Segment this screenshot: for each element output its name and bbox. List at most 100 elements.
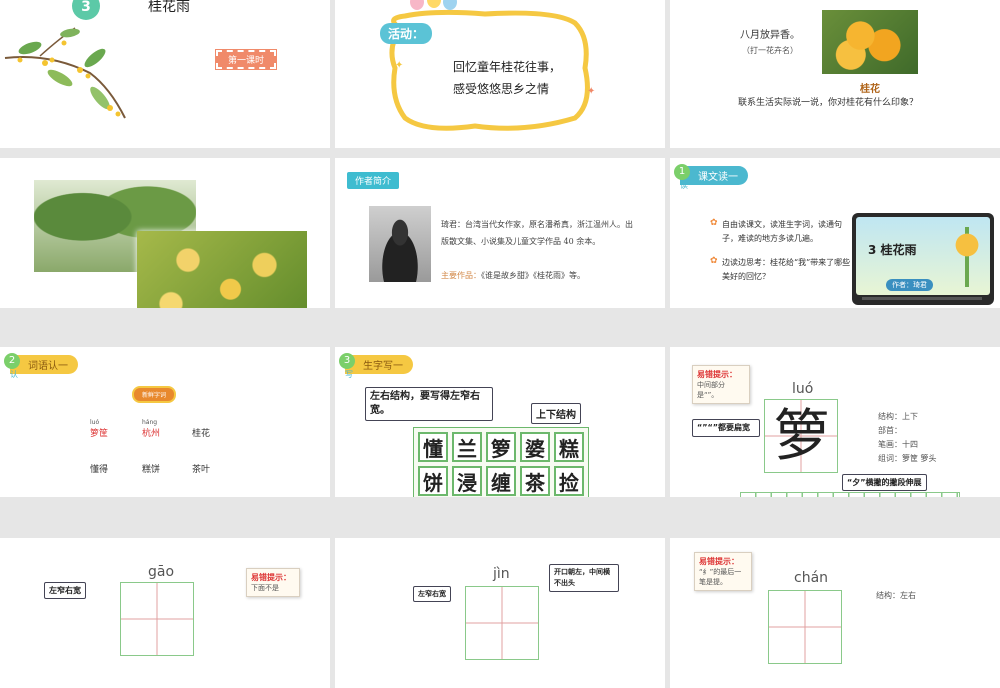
error-tip-card: 易错提示： “纟”的最后一笔是提。 (694, 552, 752, 591)
char-tian-grid: 箩 (764, 399, 838, 473)
lesson-title: 桂花雨 (148, 0, 190, 15)
char-pinyin: luó (792, 381, 814, 397)
riddle-hint: （打一花卉名） (742, 46, 798, 55)
word-pinyin: háng (142, 419, 158, 426)
tip-title: 易错提示： (697, 370, 737, 379)
structure-callout-left: 左右结构，要写得左窄右宽。 (365, 387, 493, 421)
slide-7-words[interactable]: 词语认一 2 认 新鲜字词 luó 箩筐 háng 杭州 桂花 懂得 糕饼 茶叶 (0, 347, 330, 497)
section-char: 写 (345, 370, 353, 379)
char-tian-grid (768, 590, 842, 664)
char-box[interactable]: 懂 (418, 432, 448, 462)
char-box[interactable]: 饼 (418, 466, 448, 496)
section-title: 课文读一 (680, 166, 748, 185)
activity-line-2: 感受悠悠思乡之情 (453, 82, 550, 96)
section-number: 1 (674, 164, 690, 180)
slide-11-char-jin[interactable]: 左窄右宽 jìn 开口朝左，中间横不出头 (335, 538, 665, 688)
slide-4-photos[interactable] (0, 158, 330, 308)
works-label: 主要作品： (441, 271, 481, 280)
callout-top: “”“”都要扁宽 (692, 419, 760, 437)
riddle-text: 八月放异香。 (740, 30, 800, 41)
slide-10-char-gao[interactable]: 左窄右宽 gāo 易错提示： 下面不是 (0, 538, 330, 688)
structure-info: 结构：上下 (878, 412, 918, 421)
lesson-number-badge: 3 (72, 0, 100, 20)
task-1: 自由读课文，读准生字词，读通句子，难读的地方多读几遍。 (722, 220, 842, 243)
structure-callout: 左窄右宽 (44, 582, 86, 599)
char-pinyin: gāo (148, 564, 175, 580)
osmanthus-photo (822, 10, 918, 74)
stroke-note-callout: 开口朝左，中间横不出头 (549, 564, 619, 592)
words-info: 组词：箩筐 箩头 (878, 454, 937, 463)
radical-info: 部首： (878, 426, 902, 435)
balloon-icon (427, 0, 441, 8)
word-text: 茶叶 (192, 465, 211, 475)
char-box[interactable]: 箩 (486, 432, 516, 462)
word-item: luó 箩筐 (90, 419, 108, 439)
word-item: 桂花 (192, 419, 210, 439)
word-item: 懂得 (90, 462, 108, 475)
slide-3-riddle[interactable]: 八月放异香。 （打一花卉名） 桂花 联系生活实际说一说，你对桂花有什么印象？ (670, 0, 1000, 148)
sparkle-icon: ✦ (587, 86, 596, 97)
slide-2-activity[interactable]: 活动： 回忆童年桂花往事， 感受悠悠思乡之情 ✦ ✦ (335, 0, 665, 148)
video-title: 3 桂花雨 (868, 243, 917, 257)
task-2: 边读边思考：桂花给“我”带来了哪些美好的回忆？ (722, 258, 851, 281)
osmanthus-branch-illustration (4, 27, 126, 119)
char-pinyin: chán (794, 570, 829, 586)
section-char: 读 (680, 181, 688, 190)
prompt-text: 联系生活实际说一说，你对桂花有什么印象？ (738, 98, 919, 108)
char-box[interactable]: 捡 (554, 466, 584, 496)
slide-9-char-luo[interactable]: 易错提示： 中间部分是“”。 luó 箩 “”“”都要扁宽 “夕”横撇的撇段伸展… (670, 347, 1000, 497)
word-text: 桂花 (192, 429, 211, 439)
word-pinyin (192, 419, 210, 426)
word-item: háng 杭州 (142, 419, 160, 439)
tip-title: 易错提示： (699, 557, 739, 566)
author-bio: 琦君：台湾当代女作家，原名潘希真，浙江温州人。出版散文集、小说集及儿童文学作品 … (441, 220, 633, 246)
period-tag: 第一课时 (214, 49, 278, 70)
section-title: 生字写一 (345, 355, 413, 374)
answer-label: 桂花 (860, 84, 880, 95)
char-tian-grid (120, 582, 194, 656)
word-text: 杭州 (142, 429, 161, 439)
char-box[interactable]: 婆 (520, 432, 550, 462)
activity-line-1: 回忆童年桂花往事， (453, 60, 562, 74)
char-box[interactable]: 缠 (486, 466, 516, 496)
section-title: 词语认一 (10, 355, 78, 374)
new-words-button[interactable]: 新鲜字词 (132, 386, 177, 403)
video-author: 作者：琦君 (886, 279, 933, 291)
structure-info: 结构：左右 (876, 591, 916, 600)
char-box[interactable]: 糕 (554, 432, 584, 462)
video-thumbnail[interactable]: 3 桂花雨 作者：琦君 (852, 213, 994, 305)
char-tian-grid (465, 586, 539, 660)
tip-body: 下面不是 (251, 584, 279, 592)
word-pinyin: luó (90, 419, 100, 426)
task-bullet-icon: ✿ (710, 256, 718, 266)
tip-body: 中间部分是“”。 (697, 381, 725, 399)
tip-title: 易错提示： (251, 573, 291, 582)
strokes-info: 笔画：十四 (878, 440, 918, 449)
section-number: 2 (4, 353, 20, 369)
section-char: 认 (10, 370, 18, 379)
word-text: 懂得 (90, 465, 109, 475)
task-bullet-icon: ✿ (710, 218, 718, 228)
stroke-order-strip (740, 492, 960, 497)
author-photo (369, 206, 431, 282)
slide-6-reading[interactable]: 课文读一 1 读 ✿ 自由读课文，读准生字词，读通句子，难读的地方多读几遍。 ✿… (670, 158, 1000, 308)
osmanthus-flower-photo (137, 231, 307, 308)
word-text: 糕饼 (142, 465, 161, 475)
slide-5-author[interactable]: 作者简介 琦君：台湾当代女作家，原名潘希真，浙江温州人。出版散文集、小说集及儿童… (335, 158, 665, 308)
char-pinyin: jìn (493, 566, 510, 582)
char-box[interactable]: 浸 (452, 466, 482, 496)
slide-8-writing[interactable]: 生字写一 3 写 左右结构，要写得左窄右宽。 上下结构 懂 兰 箩 婆 糕 饼 … (335, 347, 665, 497)
tip-body: “纟”的最后一笔是提。 (699, 568, 742, 586)
char-box[interactable]: 兰 (452, 432, 482, 462)
author-works: 主要作品：《谁是故乡甜》《桂花雨》等。 (441, 267, 635, 284)
slide-1-title[interactable]: 3 桂花雨 第一课时 (0, 0, 330, 148)
char-grid: 懂 兰 箩 婆 糕 饼 浸 缠 茶 捡 (413, 427, 589, 497)
error-tip-card: 易错提示： 中间部分是“”。 (692, 365, 750, 404)
char-box[interactable]: 茶 (520, 466, 550, 496)
error-tip-card: 易错提示： 下面不是 (246, 568, 300, 597)
author-tag: 作者简介 (347, 172, 400, 189)
big-char: 箩 (774, 404, 830, 469)
sparkle-icon: ✦ (395, 60, 404, 71)
slide-12-char-chan[interactable]: 易错提示： “纟”的最后一笔是提。 chán 结构：左右 (670, 538, 1000, 688)
callout-bottom: “夕”横撇的撇段伸展 (842, 474, 927, 491)
